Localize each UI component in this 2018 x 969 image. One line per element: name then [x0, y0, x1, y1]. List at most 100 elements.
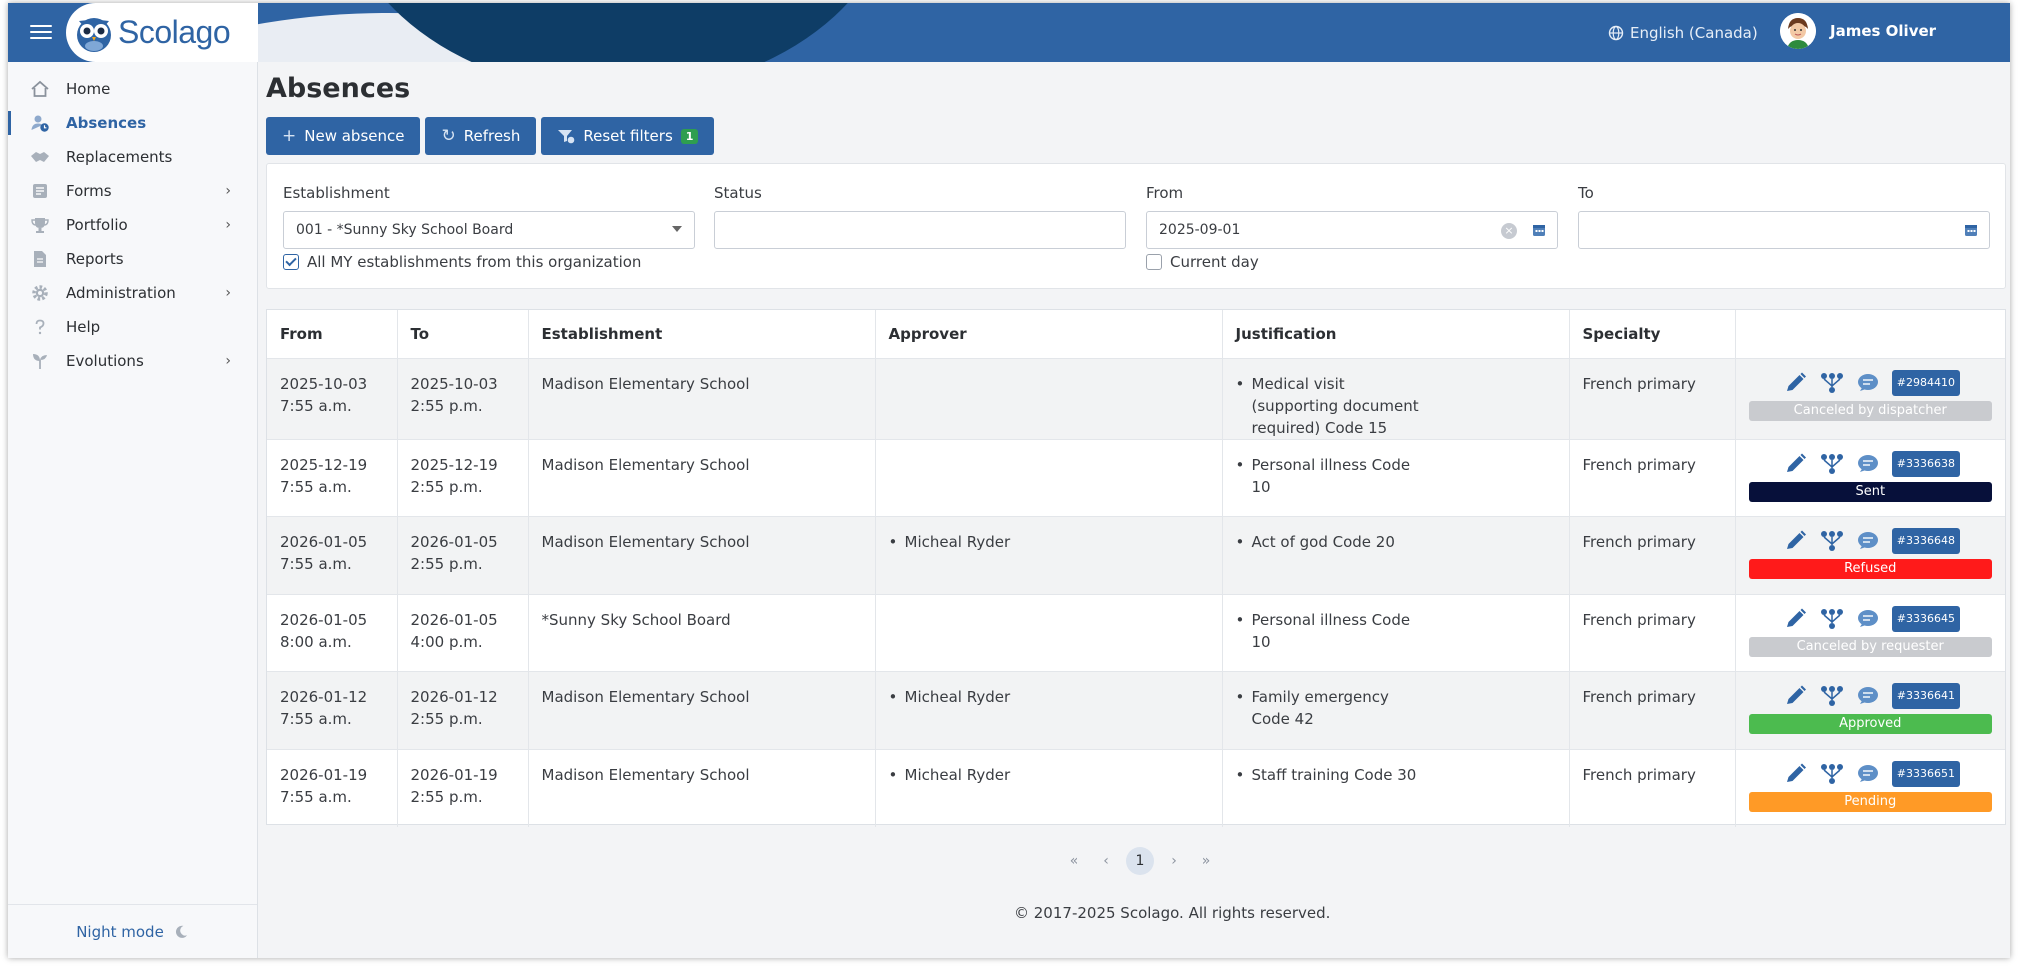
user-menu[interactable]: James Oliver: [1780, 13, 1936, 49]
from-date-input[interactable]: 2025-09-01 ×: [1146, 211, 1558, 249]
new-absence-button[interactable]: + New absence: [266, 117, 421, 155]
row-actions: #2984410: [1749, 369, 1993, 396]
absence-id-badge[interactable]: #3336638: [1891, 450, 1960, 477]
cell-to: 2026-01-19 2:55 p.m.: [397, 748, 529, 827]
pencil-icon[interactable]: [1784, 685, 1808, 707]
workflow-icon[interactable]: [1820, 530, 1844, 552]
cell-actions: #3336651 Pending: [1735, 748, 2005, 827]
absence-id-badge[interactable]: #3336651: [1891, 760, 1960, 787]
sidebar-item-absences[interactable]: Absences: [8, 106, 257, 140]
cell-from: 2025-10-03 7:55 a.m.: [267, 357, 398, 439]
moon-icon: [175, 925, 187, 938]
from-date: 2025-10-03: [280, 374, 368, 393]
sidebar-item-portfolio[interactable]: Portfolio ›: [8, 208, 257, 242]
language-selector[interactable]: English (Canada): [1608, 24, 1758, 42]
next-page-icon[interactable]: ›: [1162, 848, 1186, 874]
comment-icon[interactable]: [1856, 685, 1880, 707]
justification-item: Personal illness Code 10: [1236, 609, 1426, 653]
pencil-icon[interactable]: [1784, 453, 1808, 475]
table-row[interactable]: 2026-01-12 7:55 a.m. 2026-01-12 2:55 p.m. Ma…: [267, 671, 2005, 749]
user-clock-icon: [28, 112, 52, 134]
workflow-icon[interactable]: [1820, 763, 1844, 785]
column-header-to[interactable]: To: [397, 310, 529, 359]
current-day-checkbox[interactable]: Current day: [1146, 253, 1259, 271]
reset-filters-button[interactable]: Reset filters 1: [541, 117, 715, 155]
all-my-establishments-checkbox[interactable]: All MY establishments from this organiza…: [283, 253, 641, 271]
calendar-icon[interactable]: [1531, 222, 1547, 238]
pencil-icon[interactable]: [1784, 372, 1808, 394]
absence-id-badge[interactable]: #3336641: [1891, 683, 1960, 709]
sidebar-item-reports[interactable]: Reports: [8, 242, 257, 276]
column-header-from[interactable]: From: [267, 310, 398, 359]
to-time: 2:55 p.m.: [410, 477, 483, 496]
status-input[interactable]: [714, 211, 1126, 249]
night-mode-toggle[interactable]: Night mode: [8, 904, 257, 958]
approver-item: Micheal Ryder: [889, 764, 1209, 786]
cell-justification: Family emergency Code 42: [1222, 671, 1570, 749]
last-page-icon[interactable]: »: [1194, 848, 1218, 874]
workflow-icon[interactable]: [1820, 685, 1844, 707]
establishment-select[interactable]: 001 - *Sunny Sky School Board: [283, 211, 695, 249]
previous-page-icon[interactable]: ‹: [1094, 848, 1118, 874]
absence-id-badge[interactable]: #3336648: [1891, 528, 1960, 554]
page-number[interactable]: 1: [1126, 847, 1154, 875]
sidebar-item-label: Portfolio: [66, 216, 128, 234]
to-date: 2025-10-03: [410, 374, 498, 393]
sidebar-item-forms[interactable]: Forms ›: [8, 174, 257, 208]
cell-to: 2025-12-19 2:55 p.m.: [397, 438, 529, 517]
from-date: 2026-01-05: [280, 533, 368, 551]
home-icon: [28, 78, 52, 100]
column-header-approver[interactable]: Approver: [875, 310, 1223, 359]
calendar-icon[interactable]: [1963, 222, 1979, 238]
sidebar-item-home[interactable]: Home: [8, 72, 257, 106]
comment-icon[interactable]: [1856, 372, 1880, 394]
absence-id-badge[interactable]: #2984410: [1891, 369, 1960, 396]
pencil-icon[interactable]: [1784, 763, 1808, 785]
status-badge: Refused: [1748, 559, 1992, 579]
pencil-icon[interactable]: [1784, 530, 1808, 552]
first-page-icon[interactable]: «: [1062, 848, 1086, 874]
filter-reset-icon: [558, 130, 575, 144]
workflow-icon[interactable]: [1820, 453, 1844, 475]
table-row[interactable]: 2026-01-05 8:00 a.m. 2026-01-05 4:00 p.m. *S…: [267, 593, 2005, 672]
sidebar-item-replacements[interactable]: Replacements: [8, 140, 257, 174]
refresh-button[interactable]: ↻ Refresh: [425, 117, 537, 155]
sidebar-item-label: Absences: [66, 114, 147, 132]
to-date-input[interactable]: [1578, 211, 1990, 249]
language-label: English (Canada): [1630, 24, 1758, 42]
column-header-justification[interactable]: Justification: [1222, 310, 1570, 359]
absence-id-badge[interactable]: #3336645: [1891, 605, 1960, 632]
from-time: 7:55 a.m.: [280, 396, 352, 415]
row-actions: #3336645: [1749, 605, 1993, 632]
column-header-establishment[interactable]: Establishment: [528, 310, 876, 359]
comment-icon[interactable]: [1856, 608, 1880, 630]
cell-specialty: French primary: [1569, 671, 1736, 749]
cell-approver: [875, 438, 1223, 517]
sidebar-item-help[interactable]: Help: [8, 310, 257, 344]
table-row[interactable]: 2026-01-05 7:55 a.m. 2026-01-05 2:55 p.m. Ma…: [267, 516, 2005, 594]
specialty-text: French primary: [1582, 455, 1696, 474]
column-header-specialty[interactable]: Specialty: [1569, 310, 1736, 359]
from-date-value: 2025-09-01: [1159, 222, 1241, 238]
comment-icon[interactable]: [1856, 453, 1880, 475]
clear-icon[interactable]: ×: [1501, 223, 1517, 239]
cell-from: 2026-01-19 7:55 a.m.: [267, 748, 398, 827]
night-mode-label: Night mode: [76, 922, 164, 941]
absences-table: From To Establishment Approver Justifica…: [267, 310, 2005, 827]
table-row[interactable]: 2025-10-03 7:55 a.m. 2025-10-03 2:55 p.m. Ma…: [267, 357, 2005, 439]
comment-icon[interactable]: [1856, 763, 1880, 785]
comment-icon[interactable]: [1856, 530, 1880, 552]
workflow-icon[interactable]: [1820, 608, 1844, 630]
table-row[interactable]: 2026-01-19 7:55 a.m. 2026-01-19 2:55 p.m. Ma…: [267, 748, 2005, 827]
cell-justification: Act of god Code 20: [1222, 516, 1570, 594]
pencil-icon[interactable]: [1784, 608, 1808, 630]
sidebar-item-administration[interactable]: Administration ›: [8, 276, 257, 310]
workflow-icon[interactable]: [1820, 372, 1844, 394]
pagination: « ‹ 1 › »: [1062, 847, 1218, 875]
handshake-icon: [28, 146, 52, 168]
sidebar-item-evolutions[interactable]: Evolutions ›: [8, 344, 257, 378]
status-badge: Sent: [1748, 481, 1992, 502]
question-icon: [28, 316, 52, 338]
table-row[interactable]: 2025-12-19 7:55 a.m. 2025-12-19 2:55 p.m. Ma…: [267, 438, 2005, 517]
hamburger-menu-icon[interactable]: [30, 21, 52, 43]
